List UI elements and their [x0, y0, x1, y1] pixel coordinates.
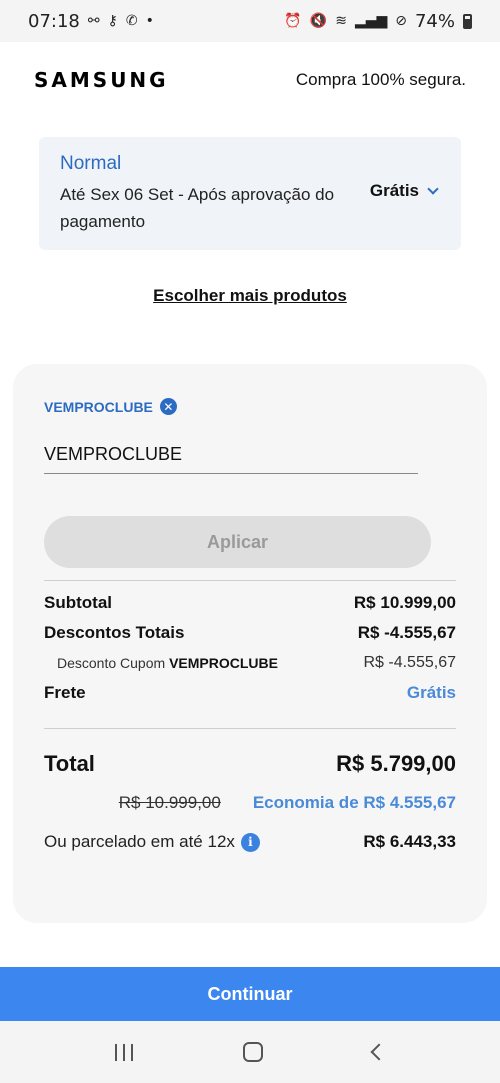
recents-icon[interactable]: [115, 1043, 133, 1061]
coupon-discount-value: R$ -4.555,67: [363, 654, 456, 671]
divider: [44, 728, 456, 729]
home-icon[interactable]: [243, 1042, 263, 1062]
system-nav-bar: [0, 1021, 500, 1083]
applied-coupon-tag: VEMPROCLUBE ✕: [44, 398, 177, 415]
installment-label-wrapper: Ou parcelado em até 12x i: [44, 832, 260, 852]
shipping-price-dropdown[interactable]: Grátis: [369, 181, 439, 201]
freight-value: Grátis: [406, 683, 456, 702]
status-time: 07:18: [28, 10, 80, 32]
whatsapp-icon: ✆: [125, 13, 138, 29]
key-icon: ⚷: [107, 13, 118, 29]
freight-row: Frete Grátis: [44, 683, 456, 703]
freight-label: Frete: [44, 683, 86, 702]
coupon-discount-prefix: Desconto Cupom: [57, 655, 166, 671]
order-summary-card: VEMPROCLUBE ✕ Aplicar Subtotal R$ 10.999…: [13, 364, 487, 923]
coupon-discount-row: Desconto Cupom VEMPROCLUBE R$ -4.555,67: [44, 654, 456, 672]
shipping-option[interactable]: Normal Até Sex 06 Set - Após aprovação d…: [39, 137, 461, 250]
total-label: Total: [44, 751, 95, 776]
link-icon: ⚯: [87, 13, 100, 29]
subtotal-label: Subtotal: [44, 593, 112, 612]
brand-logo[interactable]: SAMSUNG: [34, 68, 169, 92]
coupon-discount-code: VEMPROCLUBE: [169, 655, 278, 671]
discounts-label: Descontos Totais: [44, 623, 185, 642]
remove-coupon-icon[interactable]: ✕: [159, 398, 177, 415]
installment-value: R$ 6.443,33: [363, 832, 456, 851]
secure-purchase-text: Compra 100% segura.: [295, 70, 466, 89]
chevron-down-icon: [427, 183, 439, 195]
continue-button[interactable]: Continuar: [0, 967, 500, 1021]
coupon-discount-label: Desconto Cupom VEMPROCLUBE: [44, 655, 278, 671]
installment-label: Ou parcelado em até 12x: [44, 832, 235, 851]
installment-row: Ou parcelado em até 12x i R$ 6.443,33: [44, 832, 456, 852]
battery-icon: [463, 13, 472, 29]
shipping-description: Até Sex 06 Set - Após aprovação do pagam…: [60, 185, 335, 231]
subtotal-value: R$ 10.999,00: [353, 593, 456, 612]
back-icon[interactable]: [370, 1043, 388, 1061]
total-row: Total R$ 5.799,00: [44, 751, 456, 777]
subtotal-row: Subtotal R$ 10.999,00: [44, 593, 456, 613]
alarm-icon: ⏰: [284, 13, 302, 29]
header: SAMSUNG Compra 100% segura.: [34, 62, 466, 98]
apply-coupon-button[interactable]: Aplicar: [44, 516, 431, 568]
savings-text: Economia de R$ 4.555,67: [252, 793, 456, 812]
dot-icon: •: [145, 13, 154, 29]
coupon-input[interactable]: [44, 436, 418, 474]
shipping-name: Normal: [60, 153, 122, 174]
old-price: R$ 10.999,00: [118, 793, 221, 812]
battery-level: 74%: [414, 10, 455, 32]
shipping-price: Grátis: [369, 181, 419, 200]
divider: [44, 580, 456, 581]
applied-coupon-code: VEMPROCLUBE: [44, 398, 153, 415]
discounts-value: R$ -4.555,67: [357, 623, 456, 642]
mute-icon: 🔇: [309, 13, 328, 29]
savings-row: R$ 10.999,00 Economia de R$ 4.555,67: [44, 793, 456, 813]
status-bar: 07:18 ⚯ ⚷ ✆ • ⏰ 🔇 ≋ ▂▄▆ ⊘ 74%: [0, 0, 500, 42]
wifi-icon: ≋: [335, 13, 347, 29]
signal-icon: ▂▄▆: [354, 13, 388, 29]
dnd-icon: ⊘: [395, 13, 407, 29]
status-right: ⏰ 🔇 ≋ ▂▄▆ ⊘ 74%: [284, 11, 472, 32]
total-value: R$ 5.799,00: [336, 751, 456, 776]
more-products-link[interactable]: Escolher mais produtos: [0, 286, 500, 306]
status-left: 07:18 ⚯ ⚷ ✆ •: [28, 11, 154, 32]
info-icon[interactable]: i: [240, 832, 260, 852]
discounts-row: Descontos Totais R$ -4.555,67: [44, 623, 456, 643]
